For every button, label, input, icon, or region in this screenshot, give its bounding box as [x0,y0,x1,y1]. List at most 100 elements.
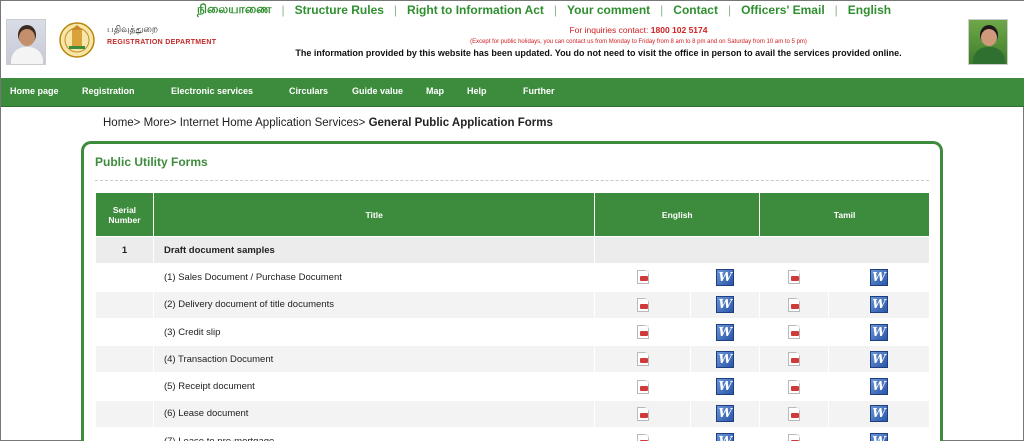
english-word-download[interactable]: W [690,372,761,401]
english-word-download[interactable]: W [690,427,761,441]
english-word-download[interactable]: W [690,399,761,429]
state-emblem-icon [59,22,95,58]
word-file-icon: W [870,405,889,423]
pdf-file-icon [636,434,649,441]
english-pdf-download[interactable] [594,399,692,429]
pdf-file-icon [788,406,801,421]
section-empty-cell [594,235,930,265]
tamil-word-download[interactable]: W [828,372,930,401]
tamil-pdf-download[interactable] [759,427,830,441]
word-file-icon: W [716,432,735,441]
tamil-pdf-download[interactable] [759,317,830,347]
tamil-word-download[interactable]: W [828,317,930,347]
panel-title: Public Utility Forms [95,155,208,169]
tamil-word-download[interactable]: W [828,399,930,429]
row-serial [95,372,154,401]
department-name: REGISTRATION DEPARTMENT [107,39,217,46]
word-file-icon: W [870,323,889,341]
table-row: (3) Credit slip W W [95,317,930,347]
portrait-face [981,29,997,46]
pdf-file-icon [636,379,649,394]
word-file-icon: W [716,405,735,423]
row-serial [95,399,154,429]
english-pdf-download[interactable] [594,263,692,292]
portrait-face [19,29,35,46]
word-file-icon: W [716,268,735,286]
pdf-file-icon [636,270,649,285]
breadcrumb: Home> More> Internet Home Application Se… [103,117,553,129]
tamil-pdf-download[interactable] [759,290,830,319]
word-file-icon: W [870,432,889,441]
row-serial [95,290,154,319]
topnav-your-comment[interactable]: Your comment [567,3,650,17]
pdf-file-icon [636,297,649,312]
header-title: Title [152,192,596,237]
english-pdf-download[interactable] [594,317,692,347]
word-file-icon: W [870,350,889,368]
table-row: (1) Sales Document / Purchase Document W W [95,263,930,292]
pdf-file-icon [788,352,801,367]
separator: | [727,3,732,17]
word-file-icon: W [716,323,735,341]
nav-home-page[interactable]: Home page [10,86,59,96]
tamil-pdf-download[interactable] [759,399,830,429]
row-title: (6) Lease document [152,399,596,429]
table-row: (2) Delivery document of title documents… [95,290,930,319]
tamil-word-download[interactable]: W [828,290,930,319]
breadcrumb-current: General Public Application Forms [368,117,553,129]
pdf-file-icon [788,379,801,394]
nav-guide-value[interactable]: Guide value [352,86,403,96]
word-file-icon: W [716,350,735,368]
english-pdf-download[interactable] [594,372,692,401]
english-word-download[interactable]: W [690,317,761,347]
tamil-word-download[interactable]: W [828,345,930,374]
table-row: (5) Receipt document W W [95,372,930,401]
contact-hours-note: (Except for public holidays, you can con… [470,39,807,45]
nav-further[interactable]: Further [523,86,555,96]
pdf-file-icon [788,297,801,312]
pdf-file-icon [636,352,649,367]
pdf-file-icon [788,270,801,285]
topnav-officers-email[interactable]: Officers' Email [741,3,825,17]
tamil-word-download[interactable]: W [828,263,930,292]
row-serial [95,345,154,374]
topnav-contact[interactable]: Contact [673,3,718,17]
english-word-download[interactable]: W [690,263,761,292]
nav-help[interactable]: Help [467,86,487,96]
row-serial [95,263,154,292]
separator: | [660,3,664,17]
nav-electronic-services[interactable]: Electronic services [171,86,253,96]
topnav-rti-act[interactable]: Right to Information Act [407,3,544,17]
table-row: (6) Lease document W W [95,399,930,429]
english-pdf-download[interactable] [594,290,692,319]
english-word-download[interactable]: W [690,345,761,374]
english-pdf-download[interactable] [594,427,692,441]
header-serial-number: Serial Number [95,192,154,237]
row-title: (5) Receipt document [152,372,596,401]
topnav-structure-rules[interactable]: Structure Rules [295,3,384,17]
topnav-english[interactable]: English [848,3,891,17]
public-utility-forms-panel: Public Utility Forms Serial Number Title… [81,141,943,441]
portrait-body [973,47,1005,64]
update-notice: The information provided by this website… [295,48,902,58]
table-header-row: Serial Number Title English Tamil [95,192,930,237]
pdf-file-icon [788,434,801,441]
separator: | [281,3,285,17]
row-title: (3) Credit slip [152,317,596,347]
topnav-standing-orders[interactable]: நிலையாணை [197,2,271,18]
word-file-icon: W [716,296,735,314]
main-navigation: Home page Registration Electronic servic… [1,78,1024,107]
row-title: (1) Sales Document / Purchase Document [152,263,596,292]
nav-registration[interactable]: Registration [82,86,135,96]
table-section-row: 1 Draft document samples [95,235,930,265]
breadcrumb-path[interactable]: Home> More> Internet Home Application Se… [103,117,369,129]
english-pdf-download[interactable] [594,345,692,374]
tamil-pdf-download[interactable] [759,345,830,374]
tamil-pdf-download[interactable] [759,372,830,401]
row-title: (4) Transaction Document [152,345,596,374]
tamil-pdf-download[interactable] [759,263,830,292]
english-word-download[interactable]: W [690,290,761,319]
nav-circulars[interactable]: Circulars [289,86,328,96]
nav-map[interactable]: Map [426,86,444,96]
tamil-word-download[interactable]: W [828,427,930,441]
